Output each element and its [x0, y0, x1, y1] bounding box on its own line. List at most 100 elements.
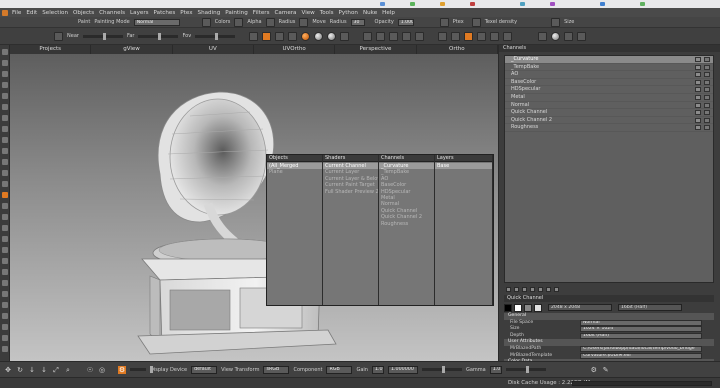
shader-icon[interactable] — [288, 31, 298, 41]
visibility-toggle-icon[interactable] — [695, 125, 701, 131]
color-swatch-icon[interactable] — [538, 31, 548, 41]
left-tool-icon[interactable] — [2, 148, 8, 154]
left-tool-icon[interactable] — [2, 126, 8, 132]
menu-item-painting[interactable]: Painting — [225, 10, 248, 16]
gain-slider[interactable] — [421, 366, 462, 373]
left-tool-icon[interactable] — [2, 115, 8, 121]
left-tool-icon[interactable] — [2, 93, 8, 99]
property-value[interactable]: 16bit (Half) — [580, 332, 702, 339]
channel-row[interactable]: Quick Channel 2 — [505, 117, 713, 125]
lock-icon[interactable] — [704, 57, 710, 62]
duplicate-channel-icon[interactable] — [522, 286, 527, 292]
arrow-down-icon[interactable]: ↓ — [28, 366, 36, 374]
left-tool-icon[interactable] — [2, 203, 8, 209]
size-icon[interactable] — [551, 17, 561, 27]
left-tool-icon[interactable] — [2, 346, 8, 352]
mask-icon[interactable] — [363, 31, 373, 41]
left-tool-icon[interactable] — [2, 60, 8, 66]
fit-view-icon[interactable]: ⤢ — [52, 366, 60, 374]
menu-item-nuke[interactable]: Nuke — [363, 10, 377, 16]
visibility-toggle-icon[interactable] — [695, 94, 701, 100]
property-value[interactable]: C:/Users/jatrolbopp/data/local/temp/vodo… — [580, 345, 702, 352]
brush-icon[interactable] — [438, 31, 448, 41]
lock-icon[interactable] — [704, 79, 710, 85]
stencil-icon[interactable] — [376, 31, 386, 41]
lock-icon[interactable] — [704, 110, 710, 116]
clone-icon[interactable] — [477, 31, 487, 41]
brush-preview-icon[interactable] — [551, 31, 561, 41]
popup-list-item[interactable]: Plane — [267, 169, 322, 175]
channel-settings-icon[interactable] — [554, 286, 559, 292]
left-tool-icon[interactable] — [2, 291, 8, 297]
shading-ball-icon[interactable] — [314, 31, 324, 41]
left-tool-icon[interactable] — [2, 324, 8, 330]
left-tool-icon[interactable] — [2, 82, 8, 88]
menu-item-objects[interactable]: Objects — [73, 10, 94, 16]
patch-icon[interactable] — [415, 31, 425, 41]
left-tool-icon[interactable] — [2, 302, 8, 308]
visibility-toggle-icon[interactable] — [695, 72, 701, 78]
popup-list-item[interactable]: Current Paint Target — [323, 182, 378, 188]
channel-row[interactable]: Metal — [505, 94, 713, 102]
smudge-icon[interactable] — [490, 31, 500, 41]
visibility-toggle-icon[interactable] — [695, 87, 701, 93]
light-swatch[interactable] — [534, 303, 542, 312]
left-tool-icon[interactable] — [2, 71, 8, 77]
radius-field[interactable]: 30 — [350, 18, 365, 26]
color-picker-icon[interactable] — [577, 31, 587, 41]
menu-item-channels[interactable]: Channels — [99, 10, 125, 16]
fov-slider[interactable] — [195, 32, 236, 40]
near-slider[interactable] — [82, 32, 123, 40]
gamma-value[interactable]: 1.0 — [489, 365, 502, 374]
blur-icon[interactable] — [503, 31, 513, 41]
tab-uv[interactable]: UV — [173, 45, 254, 54]
ptex-toggle-icon[interactable] — [439, 17, 449, 27]
property-value[interactable]: Normal — [580, 319, 702, 326]
popup-list-item[interactable]: Full Shader Preview 2 — [323, 189, 378, 195]
lock-icon[interactable] — [704, 102, 710, 108]
tab-perspective[interactable]: Perspective — [335, 45, 417, 54]
menu-item-help[interactable]: Help — [382, 10, 395, 16]
opacity-field[interactable]: 1.000 — [397, 18, 414, 26]
shading-ball-2-icon[interactable] — [327, 31, 337, 41]
texel-density-icon[interactable] — [471, 17, 481, 27]
menu-item-view[interactable]: View — [301, 10, 314, 16]
import-channel-icon[interactable] — [538, 286, 543, 292]
radius-toggle-icon[interactable] — [265, 17, 275, 27]
brush-settings-icon[interactable]: ✎ — [602, 366, 610, 374]
menu-item-selection[interactable]: Selection — [42, 10, 68, 16]
quick-channel-size-select[interactable]: 2048 x 2048 — [548, 304, 612, 311]
channel-row[interactable]: _TempBake — [505, 64, 713, 72]
popup-list-item[interactable]: Base — [435, 163, 492, 170]
menu-item-layers[interactable]: Layers — [130, 10, 149, 16]
lock-icon[interactable] — [704, 64, 710, 70]
gain-value[interactable]: 1.0 — [371, 365, 384, 374]
visibility-toggle-icon[interactable] — [695, 64, 701, 70]
left-tool-icon[interactable] — [2, 192, 8, 198]
left-tool-icon[interactable] — [2, 335, 8, 341]
property-value[interactable]: Curvature.$UDIM.exr — [580, 352, 702, 359]
left-tool-icon[interactable] — [2, 170, 8, 176]
tab-gview[interactable]: gView — [91, 45, 173, 54]
color-management-toggle-icon[interactable]: ⚙ — [118, 365, 126, 374]
add-channel-icon[interactable] — [506, 286, 511, 292]
menu-item-edit[interactable]: Edit — [26, 10, 37, 16]
visibility-toggle-icon[interactable] — [695, 117, 701, 123]
lock-icon[interactable] — [704, 87, 710, 93]
move-toggle-icon[interactable] — [299, 17, 309, 27]
property-section-header[interactable]: General — [504, 313, 714, 320]
mari-app-icon[interactable] — [2, 9, 8, 16]
lock-icon[interactable] — [704, 72, 710, 78]
menu-item-camera[interactable]: Camera — [275, 10, 297, 16]
channel-row[interactable]: BaseColor — [505, 79, 713, 87]
menu-item-file[interactable]: File — [12, 10, 21, 16]
left-tool-icon[interactable] — [2, 313, 8, 319]
menu-item-shading[interactable]: Shading — [198, 10, 221, 16]
orbit-icon[interactable]: ◎ — [98, 366, 106, 374]
alpha-toggle-icon[interactable] — [234, 17, 244, 27]
view-transform-select[interactable]: sRGB — [263, 365, 290, 374]
left-tool-icon[interactable] — [2, 104, 8, 110]
paint-tool-icon[interactable] — [262, 31, 272, 41]
channel-row[interactable]: Normal — [505, 102, 713, 110]
rotate-icon[interactable]: ↻ — [16, 366, 24, 374]
